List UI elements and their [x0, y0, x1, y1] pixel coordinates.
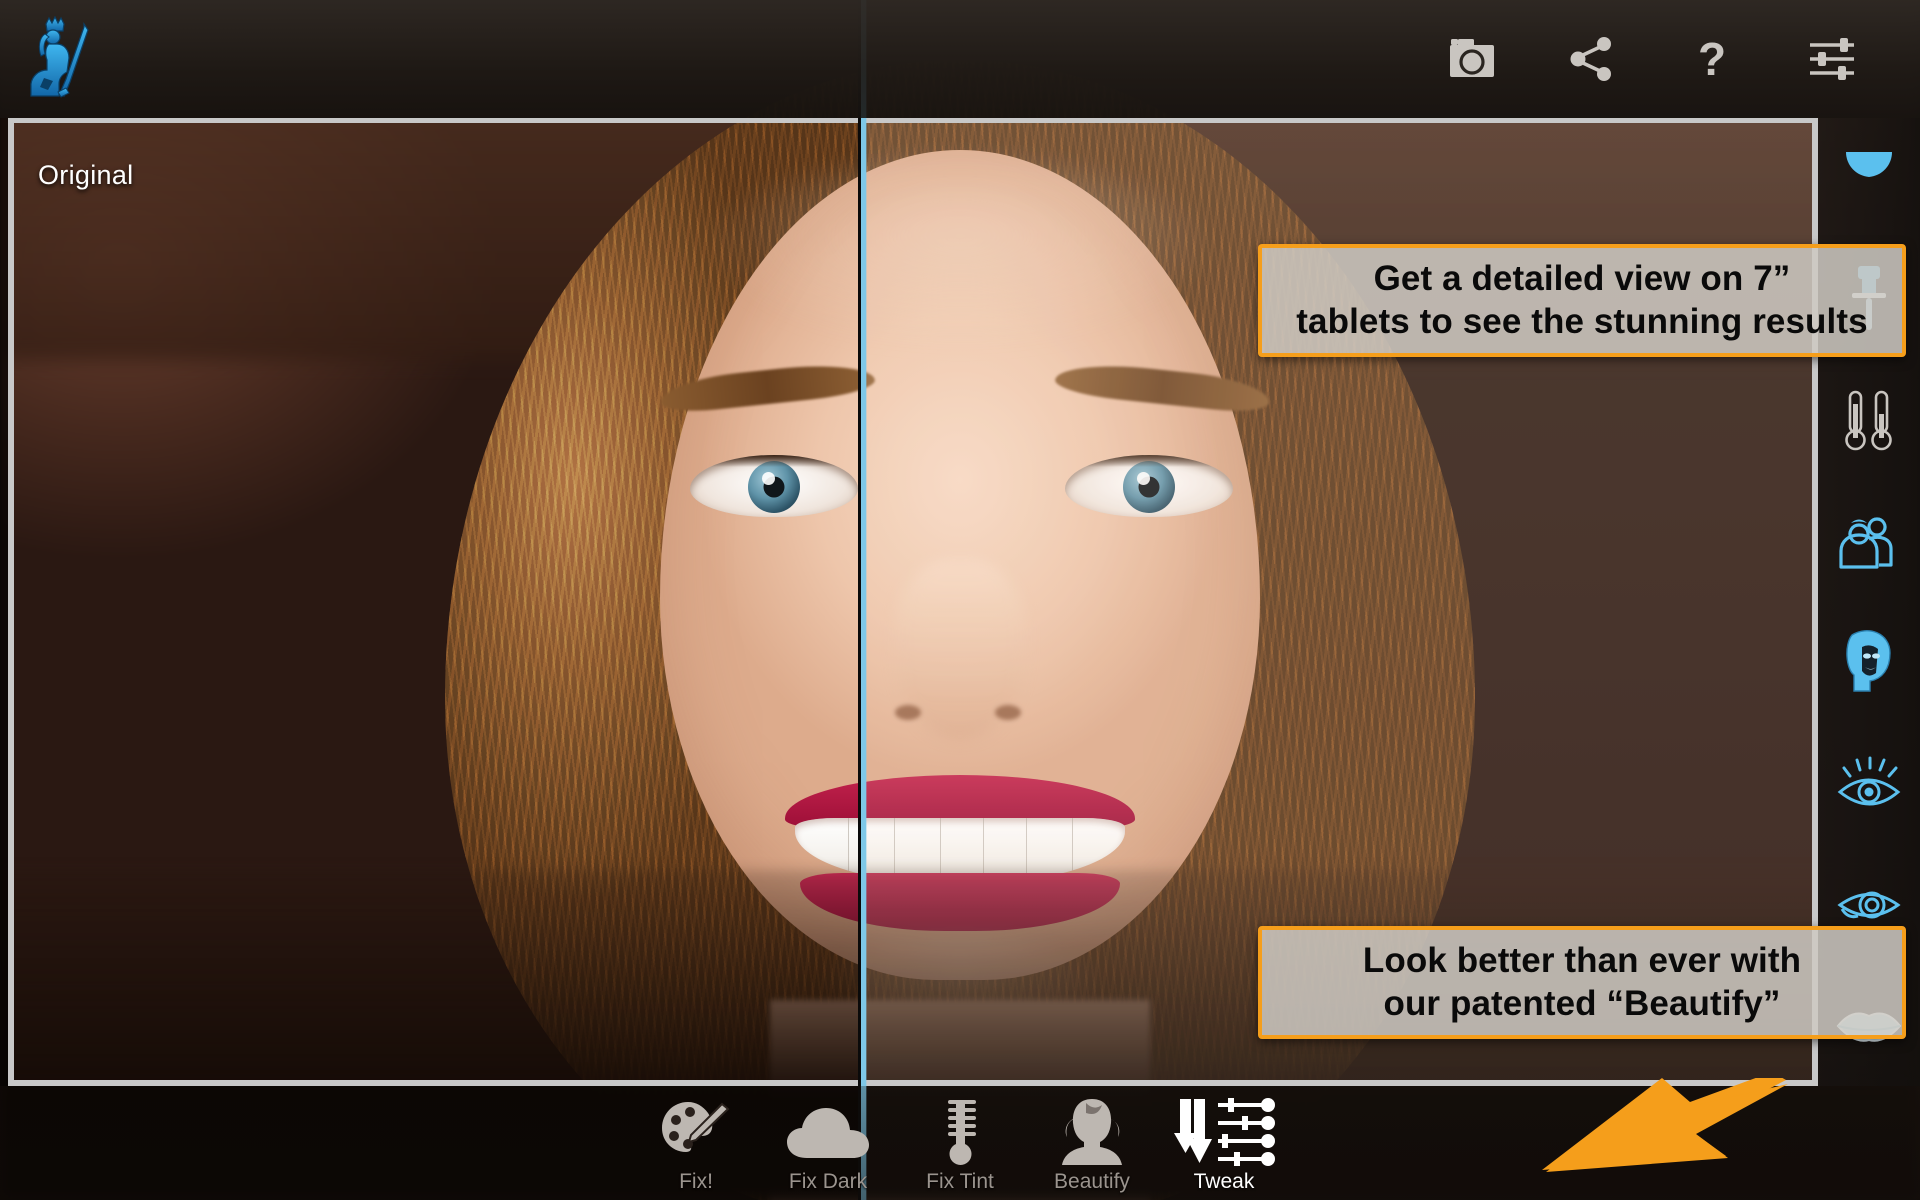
eye-glint-right [1136, 472, 1150, 486]
callout-line-2: tablets to see the stunning results [1296, 301, 1868, 341]
callout-line-1: Get a detailed view on 7” [1373, 259, 1791, 298]
tool-label: Fix Tint [926, 1170, 994, 1193]
bottom-toolbar: Fix! Fix Dark Fix Tint Beautify Tweak [0, 1086, 1920, 1200]
tool-tweak[interactable]: Tweak [1158, 1086, 1290, 1200]
share-button[interactable] [1532, 0, 1652, 118]
tool-fix-tint[interactable]: Fix Tint [894, 1086, 1026, 1200]
camera-button[interactable] [1412, 0, 1532, 118]
eye-right [1065, 455, 1233, 517]
help-button[interactable]: ? [1652, 0, 1772, 118]
eye-left [690, 455, 858, 517]
sliders-icon [1810, 38, 1854, 80]
tool-label: Tweak [1193, 1170, 1255, 1193]
question-mark-icon: ? [1697, 33, 1727, 85]
sidebar-item-tint[interactable] [1818, 360, 1920, 481]
cloud-icon [785, 1096, 871, 1168]
thermometers-icon [1845, 390, 1892, 450]
viewport-dim-left [0, 118, 8, 1086]
callout-beautify: Look better than ever with our patented … [1258, 926, 1906, 1040]
iris-right [1123, 461, 1175, 513]
camera-icon [1450, 39, 1494, 77]
iris-left [748, 461, 800, 513]
lash-line-left [690, 455, 858, 467]
sidebar-item-eyelashes[interactable] [1818, 723, 1920, 844]
tool-label: Fix! [679, 1170, 713, 1193]
photo-editor-app: Original ? Fix! Fix Dark Fix Tint Beauti… [0, 0, 1920, 1200]
callout-line-2: our patented “Beautify” [1383, 983, 1781, 1023]
tool-beautify[interactable]: Beautify [1026, 1086, 1158, 1200]
split-circle-icon [1845, 151, 1893, 177]
woman-silhouette-icon [1056, 1096, 1128, 1168]
share-icon [1570, 37, 1611, 81]
settings-button[interactable] [1772, 0, 1892, 118]
sidebar-item-compare[interactable] [1818, 118, 1920, 239]
tool-label: Fix Dark [788, 1170, 868, 1193]
eye-iris-icon [1837, 891, 1901, 918]
woman-with-wand-logo [30, 15, 89, 98]
sidebar-item-face[interactable] [1818, 602, 1920, 723]
compare-divider[interactable] [858, 0, 867, 1200]
original-label: Original [38, 160, 134, 190]
app-logo[interactable] [22, 15, 94, 102]
nostril-left [895, 705, 921, 720]
tool-fix-dark[interactable]: Fix Dark [762, 1086, 894, 1200]
nostril-right [995, 705, 1021, 720]
eye-glint-left [761, 472, 775, 486]
palette-brush-icon [660, 1096, 732, 1168]
callout-line-1: Look better than ever with [1362, 941, 1802, 980]
tool-label: Beautify [1054, 1170, 1130, 1193]
forehead-highlight [700, 160, 1220, 350]
face-hair-icon [1846, 629, 1891, 692]
lash-line-right [1065, 455, 1233, 467]
tool-fix[interactable]: Fix! [630, 1086, 762, 1200]
arrow-sliders-icon [1172, 1096, 1276, 1168]
callout-detailed-view: Get a detailed view on 7” tablets to see… [1258, 244, 1906, 358]
top-action-group: ? [1412, 0, 1892, 118]
thermometer-icon [934, 1096, 986, 1168]
sidebar-item-people[interactable] [1818, 481, 1920, 602]
two-people-icon [1839, 516, 1893, 569]
top-toolbar: ? [0, 0, 1920, 118]
eye-lashes-icon [1837, 756, 1901, 805]
